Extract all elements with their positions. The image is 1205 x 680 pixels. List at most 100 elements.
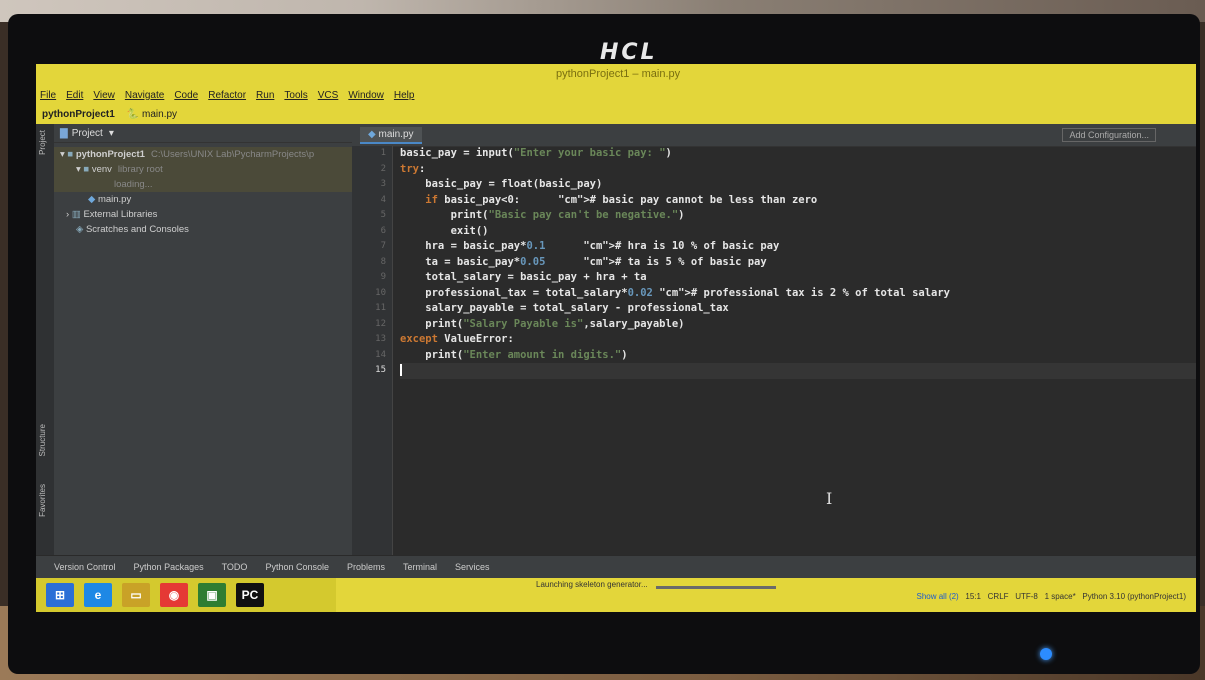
line-number: 10 [375,287,386,298]
tree-item-scratches[interactable]: ◈ Scratches and Consoles [54,222,352,237]
code-line[interactable]: try: [400,162,1196,178]
code-editor[interactable]: basic_pay = input("Enter your basic pay:… [400,146,1196,379]
python-file-icon: ◆ [368,129,376,140]
tab-main-py[interactable]: ◆ main.py [360,127,422,144]
breadcrumb-file-label: main.py [142,108,178,120]
tree-item-main-py[interactable]: ◆ main.py [54,192,352,207]
indent-setting[interactable]: 1 space* [1045,592,1076,601]
file-encoding[interactable]: UTF-8 [1015,592,1038,601]
pycharm-icon[interactable]: PC [236,583,264,607]
menu-window[interactable]: Window [348,90,384,101]
line-number: 2 [380,163,386,174]
menu-vcs[interactable]: VCS [318,90,339,101]
code-line[interactable]: except ValueError: [400,332,1196,348]
project-panel-title: Project [71,127,103,139]
menu-navigate[interactable]: Navigate [125,90,164,101]
todo-tab[interactable]: TODO [222,562,248,572]
line-number: 14 [375,349,386,360]
store-icon[interactable]: ▣ [198,583,226,607]
code-line[interactable]: basic_pay = float(basic_pay) [400,177,1196,193]
chrome-icon[interactable]: ◉ [160,583,188,607]
ide-body: Project Structure Favorites ▇ Project ▾ … [36,124,1196,578]
version-control-tab[interactable]: Version Control [54,562,116,572]
python-console-tab[interactable]: Python Console [265,562,329,572]
monitor-brand-logo: HCL [600,40,658,65]
chevron-down-icon[interactable]: ▾ [109,128,114,139]
status-bar: ⊞ e ▭ ◉ ▣ PC Launching skeleton generato… [36,578,1196,612]
line-number: 5 [380,210,386,220]
code-line[interactable]: total_salary = basic_pay + hra + ta [400,270,1196,286]
tree-item-venv[interactable]: ▾ ■ venv library root [54,162,352,177]
line-number-gutter: 1 2 3 4 5 6 7 8 9 10 11 12 13 14 15 [352,146,393,556]
title-bar: pythonProject1 – main.py [36,64,1196,86]
project-tool-tab[interactable]: Project [38,130,47,155]
folder-icon: ■ [67,149,74,160]
code-line[interactable]: professional_tax = total_salary*0.02 "cm… [400,286,1196,302]
editor-tabs: ◆ main.py Add Configuration... [352,124,1196,147]
breadcrumb-file[interactable]: 🐍 main.py [127,109,177,120]
internet-explorer-icon[interactable]: e [84,583,112,607]
code-line[interactable]: if basic_pay<0: "cm"># basic pay cannot … [400,193,1196,209]
project-panel: ▇ Project ▾ ▾ ■ pythonProject1 C:\Users\U… [54,124,352,556]
add-configuration-button[interactable]: Add Configuration... [1062,128,1156,142]
line-number: 15 [375,365,386,375]
line-number: 9 [380,272,386,282]
code-line[interactable]: basic_pay = input("Enter your basic pay:… [400,146,1196,162]
background-task-progress [656,586,776,589]
python-file-icon: ◆ [88,194,96,205]
menu-bar: File Edit View Navigate Code Refactor Ru… [36,86,1196,104]
code-line[interactable]: exit() [400,224,1196,240]
terminal-tab[interactable]: Terminal [403,562,437,572]
menu-run[interactable]: Run [256,90,274,101]
code-line[interactable]: salary_payable = total_salary - professi… [400,301,1196,317]
tool-window-bar: Version Control Python Packages TODO Pyt… [36,555,1196,578]
line-number: 8 [380,256,386,267]
screen: pythonProject1 – main.py File Edit View … [36,64,1196,612]
line-number: 11 [375,303,386,313]
line-number: 4 [380,194,386,205]
menu-refactor[interactable]: Refactor [208,90,246,101]
mouse-ibeam-cursor-icon: I [826,489,833,508]
breadcrumb-project[interactable]: pythonProject1 [42,109,115,120]
line-number: 1 [380,148,386,158]
python-packages-tab[interactable]: Python Packages [134,562,204,572]
problems-tab[interactable]: Problems [347,562,385,572]
power-led [1040,648,1052,660]
services-tab[interactable]: Services [455,562,490,572]
scratches-icon: ◈ [76,224,84,235]
code-line[interactable]: ta = basic_pay*0.05 "cm"># ta is 5 % of … [400,255,1196,271]
menu-view[interactable]: View [93,90,115,101]
line-separator[interactable]: CRLF [988,592,1009,601]
favorites-tool-tab[interactable]: Favorites [38,484,47,517]
menu-code[interactable]: Code [174,90,198,101]
menu-file[interactable]: File [40,90,56,101]
menu-help[interactable]: Help [394,90,415,101]
tree-item-project-root[interactable]: ▾ ■ pythonProject1 C:\Users\UNIX Lab\Pych… [54,147,352,162]
code-line[interactable] [400,363,1196,379]
library-icon: ▥ [71,209,81,220]
caret-position[interactable]: 15:1 [965,592,981,601]
windows-taskbar: ⊞ e ▭ ◉ ▣ PC [36,578,336,612]
structure-tool-tab[interactable]: Structure [38,424,47,456]
project-tree: ▾ ■ pythonProject1 C:\Users\UNIX Lab\Pych… [54,143,352,237]
line-number: 6 [380,225,386,236]
line-number: 7 [380,241,386,251]
tree-item-external-libraries[interactable]: › ▥ External Libraries [54,207,352,222]
file-explorer-icon[interactable]: ▭ [122,583,150,607]
editor-area: ◆ main.py Add Configuration... 123456789… [352,124,1196,556]
project-panel-header[interactable]: ▇ Project ▾ [54,124,352,143]
folder-icon: ■ [83,164,90,175]
windows-start-icon[interactable]: ⊞ [46,583,74,607]
python-interpreter[interactable]: Python 3.10 (pythonProject1) [1082,592,1186,601]
show-all-link[interactable]: Show all (2) [916,592,958,601]
background-task-label[interactable]: Launching skeleton generator... [536,580,648,589]
code-line[interactable]: print("Enter amount in digits.") [400,348,1196,364]
code-line[interactable]: hra = basic_pay*0.1 "cm"># hra is 10 % o… [400,239,1196,255]
menu-tools[interactable]: Tools [284,90,307,101]
code-line[interactable]: print("Salary Payable is",salary_payable… [400,317,1196,333]
folder-icon: ▇ [60,127,68,139]
menu-edit[interactable]: Edit [66,90,83,101]
line-number: 3 [380,179,386,189]
code-line[interactable]: print("Basic pay can't be negative.") [400,208,1196,224]
line-number: 12 [375,318,386,329]
